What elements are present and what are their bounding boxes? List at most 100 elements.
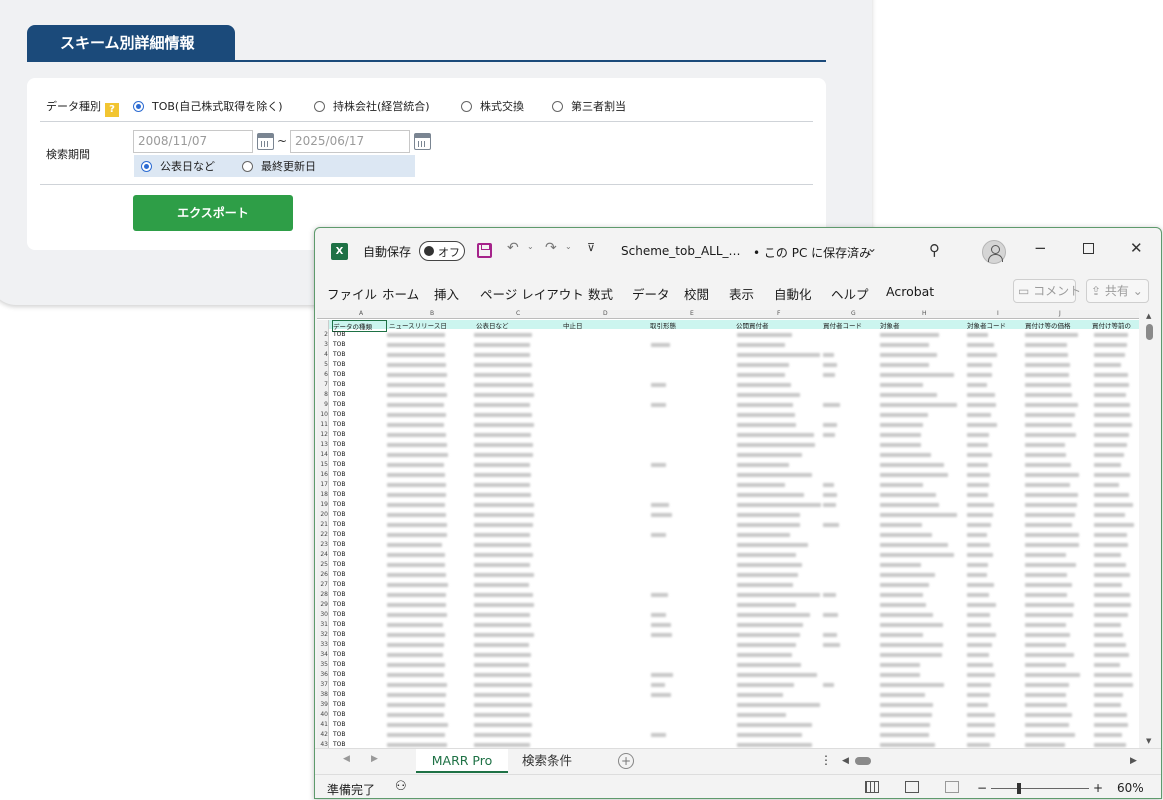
blurred-cell[interactable] [387, 393, 447, 397]
table-row[interactable]: 14 TOB [317, 450, 1139, 460]
date-to-input[interactable]: 2025/06/17 [290, 130, 410, 153]
blurred-cell[interactable] [474, 733, 532, 737]
blurred-cell[interactable] [387, 633, 445, 637]
blurred-cell[interactable] [737, 523, 800, 527]
cell-data-type[interactable]: TOB [333, 651, 346, 658]
blurred-cell[interactable] [387, 653, 444, 657]
blurred-cell[interactable] [737, 543, 809, 547]
blurred-cell[interactable] [1094, 363, 1122, 367]
blurred-cell[interactable] [1094, 563, 1126, 567]
row-number[interactable]: 17 [317, 481, 328, 488]
vertical-scrollbar[interactable]: ▲ ▼ [1139, 310, 1161, 748]
blurred-cell[interactable] [967, 363, 993, 367]
blurred-cell[interactable] [737, 353, 820, 357]
row-number[interactable]: 10 [317, 411, 328, 418]
blurred-cell[interactable] [1025, 363, 1070, 367]
blurred-cell[interactable] [387, 373, 448, 377]
row-number[interactable]: 4 [317, 351, 328, 358]
blurred-cell[interactable] [880, 633, 924, 637]
blurred-cell[interactable] [1094, 423, 1133, 427]
blurred-cell[interactable] [823, 633, 837, 637]
blurred-cell[interactable] [1094, 523, 1134, 527]
blurred-cell[interactable] [967, 603, 997, 607]
blurred-cell[interactable] [967, 593, 990, 597]
row-number[interactable]: 35 [317, 661, 328, 668]
blurred-cell[interactable] [387, 493, 447, 497]
blurred-cell[interactable] [387, 553, 445, 557]
blurred-cell[interactable] [387, 453, 448, 457]
tab-home[interactable]: ホーム [382, 284, 419, 303]
sheet-tab-marr-pro[interactable]: MARR Pro [416, 749, 508, 773]
blurred-cell[interactable] [967, 413, 991, 417]
radio-share-exchange[interactable]: 株式交換 [461, 98, 524, 114]
blurred-cell[interactable] [474, 413, 532, 417]
table-row[interactable]: 38 TOB [317, 690, 1139, 700]
blurred-cell[interactable] [967, 633, 996, 637]
blurred-cell[interactable] [651, 403, 667, 407]
blurred-cell[interactable] [1025, 663, 1067, 667]
cell-data-type[interactable]: TOB [333, 541, 346, 548]
header-cell[interactable]: 対象者 [880, 320, 964, 330]
blurred-cell[interactable] [1094, 343, 1128, 347]
blurred-cell[interactable] [1094, 663, 1121, 667]
blurred-cell[interactable] [1025, 653, 1074, 657]
cell-data-type[interactable]: TOB [333, 371, 346, 378]
tab-page-layout[interactable]: ページ レイアウト [480, 284, 584, 303]
blurred-cell[interactable] [823, 403, 840, 407]
blurred-cell[interactable] [967, 353, 997, 357]
table-row[interactable]: 21 TOB [317, 520, 1139, 530]
blurred-cell[interactable] [474, 433, 532, 437]
accessibility-icon[interactable]: ⚇ [395, 779, 407, 794]
table-row[interactable]: 10 TOB [317, 410, 1139, 420]
cell-data-type[interactable]: TOB [333, 341, 346, 348]
table-row[interactable]: 36 TOB [317, 670, 1139, 680]
header-cell[interactable]: 買付け等前の [1092, 320, 1139, 330]
blurred-cell[interactable] [387, 513, 446, 517]
cell-data-type[interactable]: TOB [333, 621, 346, 628]
blurred-cell[interactable] [1025, 743, 1065, 747]
blurred-cell[interactable] [880, 553, 954, 557]
blurred-cell[interactable] [880, 383, 924, 387]
blurred-cell[interactable] [737, 643, 796, 647]
add-sheet-icon[interactable]: + [618, 753, 634, 769]
blurred-cell[interactable] [737, 403, 793, 407]
blurred-cell[interactable] [737, 663, 802, 667]
row-number[interactable]: 36 [317, 671, 328, 678]
table-row[interactable]: 34 TOB [317, 650, 1139, 660]
blurred-cell[interactable] [880, 613, 933, 617]
blurred-cell[interactable] [387, 743, 448, 747]
blurred-cell[interactable] [474, 533, 530, 537]
blurred-cell[interactable] [880, 403, 957, 407]
blurred-cell[interactable] [880, 473, 949, 477]
blurred-cell[interactable] [474, 333, 532, 337]
blurred-cell[interactable] [1025, 693, 1066, 697]
blurred-cell[interactable] [880, 373, 954, 377]
blurred-cell[interactable] [387, 693, 447, 697]
cell-data-type[interactable]: TOB [333, 671, 346, 678]
blurred-cell[interactable] [1094, 503, 1133, 507]
blurred-cell[interactable] [1094, 633, 1123, 637]
blurred-cell[interactable] [387, 363, 446, 367]
cell-data-type[interactable]: TOB [333, 451, 346, 458]
cell-data-type[interactable]: TOB [333, 331, 346, 338]
table-row[interactable]: 40 TOB [317, 710, 1139, 720]
blurred-cell[interactable] [474, 553, 534, 557]
blurred-cell[interactable] [967, 613, 991, 617]
blurred-cell[interactable] [474, 473, 532, 477]
blurred-cell[interactable] [737, 623, 804, 627]
table-row[interactable]: 27 TOB [317, 580, 1139, 590]
table-row[interactable]: 2 TOB [317, 330, 1139, 340]
blurred-cell[interactable] [880, 623, 944, 627]
table-row[interactable]: 41 TOB [317, 720, 1139, 730]
share-button[interactable]: ⇪ 共有 ⌄ [1086, 279, 1149, 303]
cell-data-type[interactable]: TOB [333, 491, 346, 498]
header-cell[interactable]: 中止日 [563, 320, 647, 330]
row-number[interactable]: 39 [317, 701, 328, 708]
blurred-cell[interactable] [651, 463, 667, 467]
blurred-cell[interactable] [1025, 593, 1067, 597]
blurred-cell[interactable] [1025, 463, 1072, 467]
blurred-cell[interactable] [474, 713, 530, 717]
blurred-cell[interactable] [737, 413, 795, 417]
blurred-cell[interactable] [1094, 653, 1129, 657]
row-number[interactable]: 18 [317, 491, 328, 498]
